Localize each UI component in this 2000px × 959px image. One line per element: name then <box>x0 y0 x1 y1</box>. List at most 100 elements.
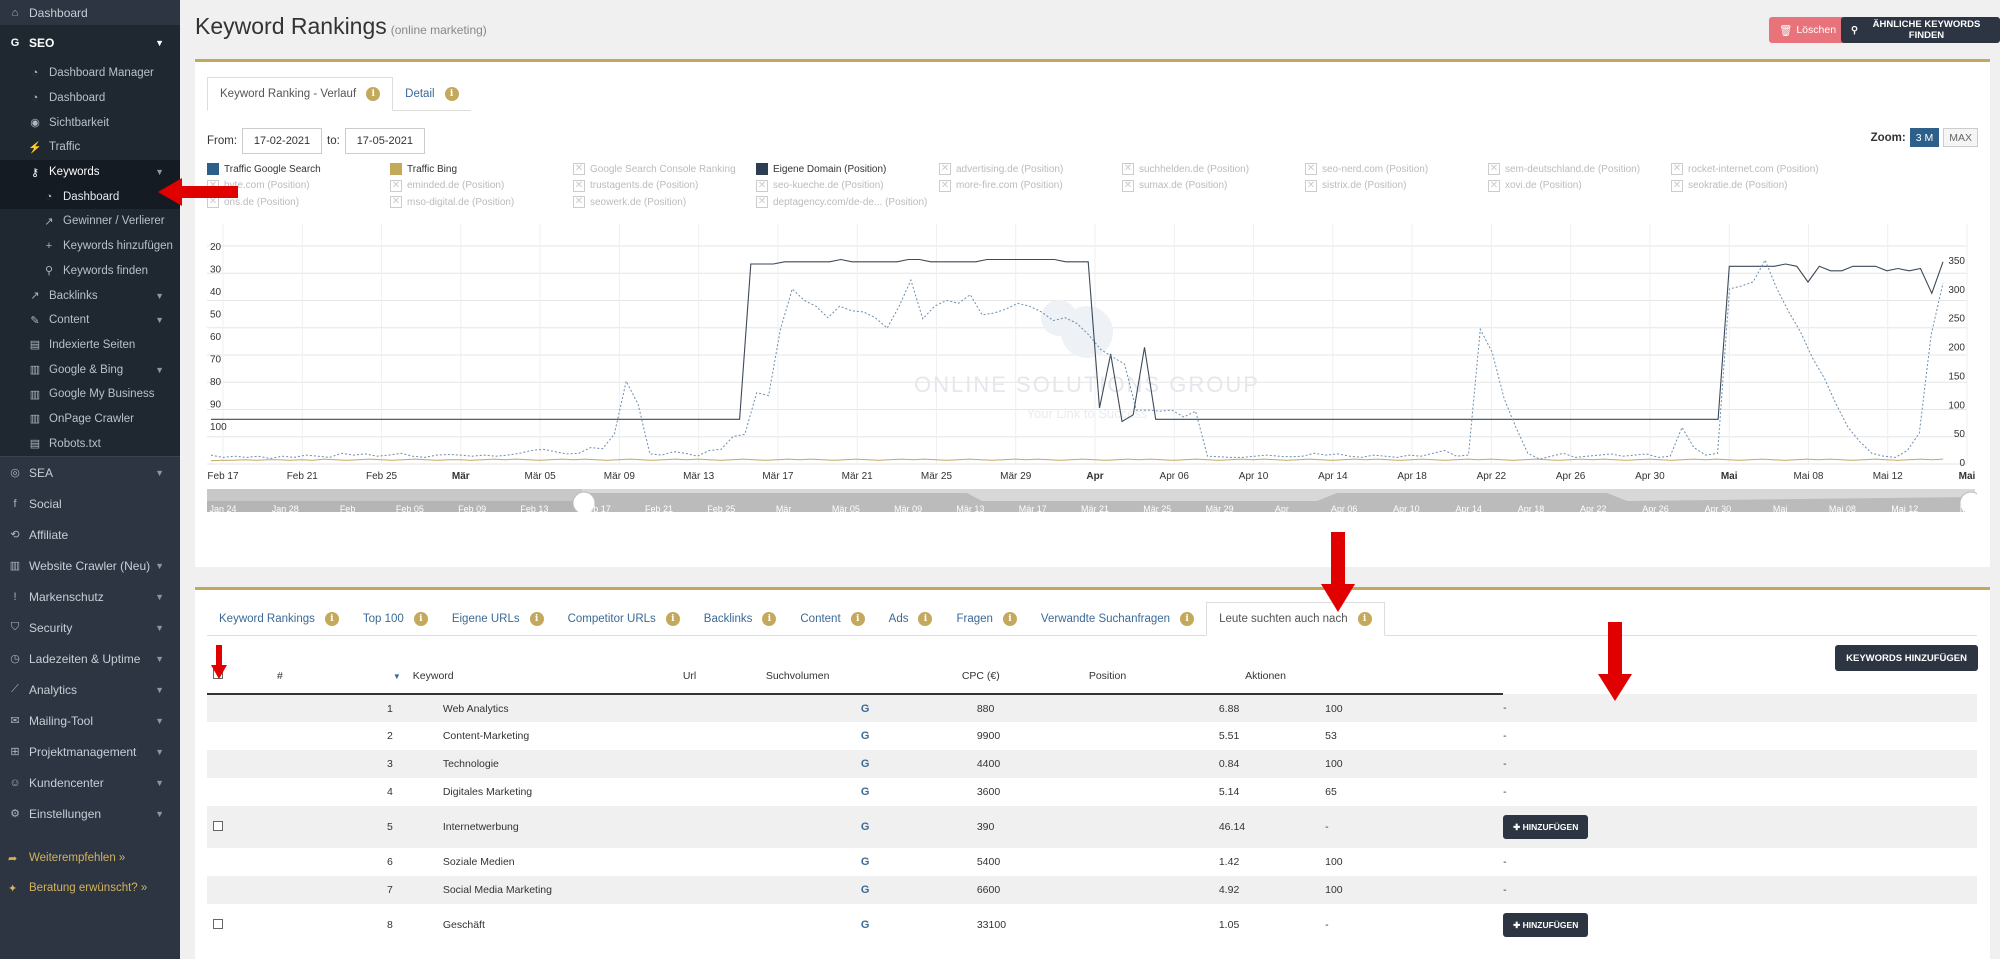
sidebar-item-traffic[interactable]: ⚡ Traffic <box>0 135 180 160</box>
promo-beratung[interactable]: ✦ Beratung erwünscht? » <box>0 873 180 903</box>
sidebar-item-google-bing[interactable]: ▥ Google & Bing ▼ <box>0 357 180 382</box>
sidebar-item-sea[interactable]: ◎ SEA ▼ <box>0 457 180 488</box>
sidebar-item-robots[interactable]: ▤ Robots.txt <box>0 431 180 456</box>
zoom-max-button[interactable]: MAX <box>1943 128 1978 147</box>
action-cell: - <box>1503 750 1977 778</box>
info-icon[interactable]: i <box>529 611 544 626</box>
find-similar-keywords-button[interactable]: ⚲ ÄHNLICHE KEYWORDS FINDEN <box>1841 17 2000 43</box>
cpc-cell: 4.92 <box>1218 884 1240 896</box>
sidebar-item-label: Dashboard <box>49 92 106 105</box>
sidebar-item-kundencenter[interactable]: ☺ Kundencenter ▼ <box>0 767 180 798</box>
add-keyword-button[interactable]: ✚ HINZUFÜGEN <box>1503 815 1589 839</box>
info-icon[interactable]: i <box>444 86 459 101</box>
legend-item[interactable]: ✕ seowerk.de (Position) <box>573 196 686 208</box>
sidebar-item-dashboard[interactable]: ⌂ Dashboard <box>0 0 180 25</box>
info-icon[interactable]: i <box>413 611 428 626</box>
info-icon[interactable]: i <box>762 611 777 626</box>
sidebar-item-keywords-dashboard[interactable]: ◔ Dashboard <box>0 184 180 210</box>
delete-button[interactable]: 🗑 Löschen <box>1769 17 1847 43</box>
sidebar-item-indexierte-seiten[interactable]: ▤ Indexierte Seiten <box>0 333 180 358</box>
sidebar-item-dashboard-manager[interactable]: ◔ Dashboard Manager <box>0 61 180 86</box>
add-keyword-button[interactable]: ✚ HINZUFÜGEN <box>1503 913 1589 937</box>
sidebar-item-mailing-tool[interactable]: ✉ Mailing-Tool ▼ <box>0 705 180 736</box>
info-icon[interactable]: i <box>1180 611 1195 626</box>
info-icon[interactable]: i <box>324 611 339 626</box>
legend-item[interactable]: ✕ seo-kueche.de (Position) <box>756 179 884 192</box>
legend-item[interactable]: ✕ Google Search Console Ranking <box>573 163 736 175</box>
legend-item[interactable]: Eigene Domain (Position) <box>756 163 886 175</box>
column-header-volume[interactable]: Suchvolumen <box>765 658 962 695</box>
column-header-keyword[interactable]: ▼ Keyword <box>392 658 683 695</box>
info-icon[interactable]: i <box>1002 611 1017 626</box>
tab-ads[interactable]: Ads i <box>877 602 945 635</box>
legend-item[interactable]: ✕ deptagency.com/de-de... (Position) <box>756 196 927 208</box>
legend-item[interactable]: ✕ more-fire.com (Position) <box>939 179 1063 192</box>
chart-icon: ▥ <box>9 560 21 572</box>
tab-leute-suchten-auch-nach[interactable]: Leute suchten auch nach i <box>1206 602 1385 636</box>
sidebar-item-seo[interactable]: G SEO ▼ <box>0 25 180 61</box>
sidebar-item-analytics[interactable]: ⟋ Analytics ▼ <box>0 674 180 705</box>
tab-verwandte-suchanfragen[interactable]: Verwandte Suchanfragen i <box>1029 602 1206 635</box>
sidebar-item-affiliate[interactable]: ⟲ Affiliate <box>0 519 180 550</box>
sidebar-item-ladezeiten[interactable]: ◷ Ladezeiten & Uptime ▼ <box>0 643 180 674</box>
sidebar-item-einstellungen[interactable]: ⚙ Einstellungen ▼ <box>0 798 180 829</box>
info-icon[interactable]: i <box>665 611 680 626</box>
tab-detail[interactable]: Detail i <box>393 77 470 110</box>
legend-item[interactable]: ✕ seokratie.de (Position) <box>1671 179 1788 192</box>
column-header-cpc[interactable]: CPC (€) <box>961 658 1089 695</box>
legend-item[interactable]: ✕ eminded.de (Position) <box>390 179 504 192</box>
annotation-arrow-left <box>158 178 238 206</box>
legend-item[interactable]: ✕ sumax.de (Position) <box>1122 179 1227 192</box>
date-to-input[interactable] <box>344 128 425 154</box>
sidebar-item-keywords[interactable]: ⚷ Keywords ▼ <box>0 159 180 185</box>
info-icon[interactable]: i <box>918 611 933 626</box>
sidebar-item-google-my-business[interactable]: ▥ Google My Business <box>0 382 180 407</box>
column-header-num[interactable]: # <box>277 658 393 695</box>
sidebar-item-projektmanagement[interactable]: ⊞ Projektmanagement ▼ <box>0 736 180 767</box>
sidebar-item-onpage-crawler[interactable]: ▥ OnPage Crawler <box>0 407 180 432</box>
tab-keyword-rankings[interactable]: Keyword Rankings i <box>207 602 351 635</box>
column-header-url[interactable]: Url <box>682 658 766 695</box>
info-icon[interactable]: i <box>1357 612 1372 626</box>
sidebar-item-security[interactable]: ⛉ Security ▼ <box>0 612 180 643</box>
date-from-input[interactable] <box>242 128 323 154</box>
tab-fragen[interactable]: Fragen i <box>944 602 1028 635</box>
legend-item[interactable]: ✕ xovi.de (Position) <box>1488 179 1582 192</box>
promo-weiterempfehlen[interactable]: ➦ Weiterempfehlen » <box>0 843 180 873</box>
dashboard-icon: ◔ <box>31 92 39 105</box>
sidebar-item-seo-dashboard[interactable]: ◔ Dashboard <box>0 86 180 111</box>
tab-content[interactable]: Content i <box>788 602 876 635</box>
row-select-cell <box>207 750 277 778</box>
legend-item[interactable]: ✕ sistrix.de (Position) <box>1305 179 1406 192</box>
sidebar-item-website-crawler[interactable]: ▥ Website Crawler (Neu) ▼ <box>0 550 180 581</box>
sidebar-item-keywords-finden[interactable]: ⚲ Keywords finden <box>0 259 180 284</box>
sidebar-item-backlinks[interactable]: ↗ Backlinks ▼ <box>0 283 180 308</box>
zoom-3m-button[interactable]: 3 M <box>1909 128 1940 147</box>
tab-backlinks[interactable]: Backlinks i <box>692 602 789 635</box>
tab-keyword-ranking-verlauf[interactable]: Keyword Ranking - Verlauf i <box>207 77 394 111</box>
row-checkbox[interactable] <box>213 820 223 831</box>
info-icon[interactable]: i <box>366 87 381 101</box>
legend-item[interactable]: Traffic Bing <box>390 163 457 175</box>
tab-eigene-urls[interactable]: Eigene URLs i <box>440 602 556 635</box>
sidebar-item-content[interactable]: ✎ Content ▼ <box>0 308 180 333</box>
sidebar-item-keywords-hinzufuegen[interactable]: + Keywords hinzufügen <box>0 234 180 259</box>
legend-item[interactable]: ✕ suchhelden.de (Position) <box>1122 163 1249 175</box>
legend-item[interactable]: Traffic Google Search <box>207 163 321 175</box>
no-action: - <box>1503 884 1507 896</box>
row-checkbox[interactable] <box>213 918 223 929</box>
sidebar-item-sichtbarkeit[interactable]: ◉ Sichtbarkeit <box>0 110 180 135</box>
sidebar-item-social[interactable]: f Social <box>0 488 180 519</box>
legend-item[interactable]: ✕ seo-nerd.com (Position) <box>1305 163 1428 175</box>
legend-item[interactable]: ✕ advertising.de (Position) <box>939 163 1063 175</box>
info-icon[interactable]: i <box>850 611 865 626</box>
legend-item[interactable]: ✕ trustagents.de (Position) <box>573 179 698 192</box>
tab-top-100[interactable]: Top 100 i <box>351 602 440 635</box>
legend-item[interactable]: ✕ rocket-internet.com (Position) <box>1671 163 1819 175</box>
tab-competitor-urls[interactable]: Competitor URLs i <box>556 602 692 635</box>
column-header-position[interactable]: Position <box>1088 658 1246 695</box>
sidebar-item-gewinner[interactable]: ↗ Gewinner / Verlierer <box>0 209 180 234</box>
sidebar-item-markenschutz[interactable]: ! Markenschutz ▼ <box>0 581 180 612</box>
legend-item[interactable]: ✕ sem-deutschland.de (Position) <box>1488 163 1640 175</box>
legend-item[interactable]: ✕ mso-digital.de (Position) <box>390 196 514 208</box>
